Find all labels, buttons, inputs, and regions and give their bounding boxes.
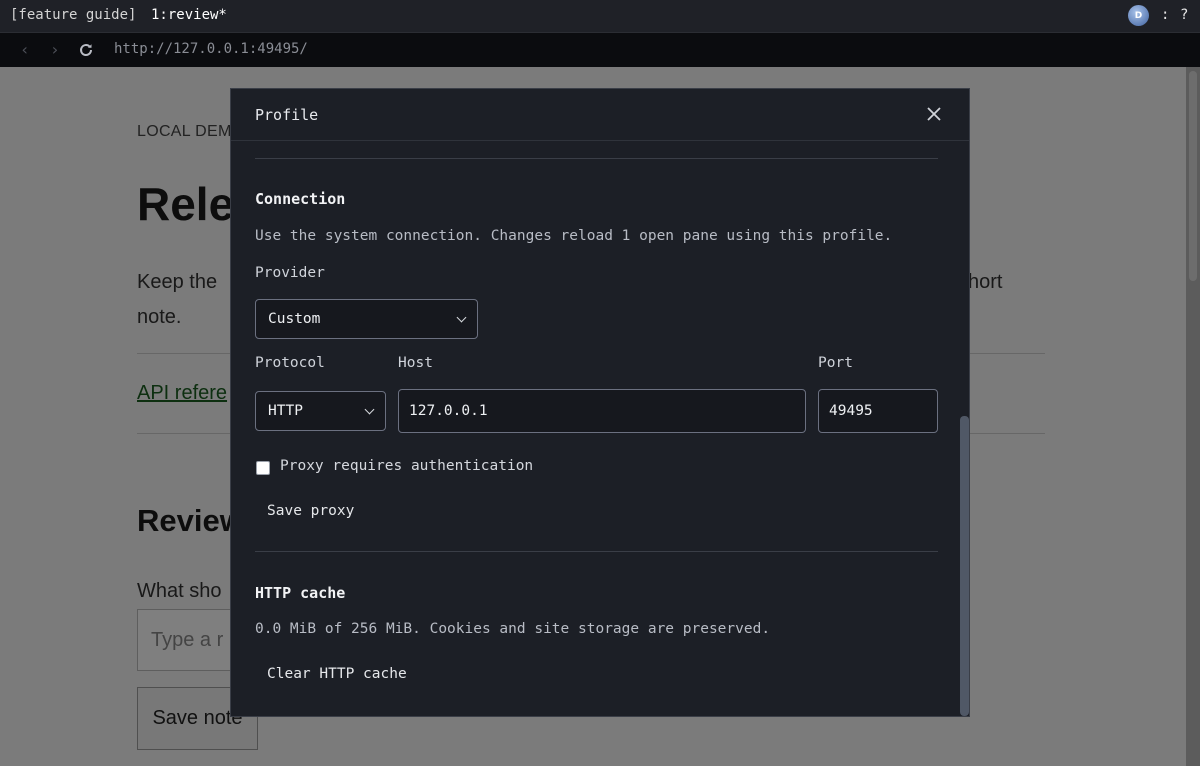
avatar[interactable]: D (1128, 5, 1149, 26)
more-menu-icon[interactable]: : (1161, 7, 1169, 23)
dialog-title: Profile (255, 106, 319, 124)
terminal-tab-bar: [feature guide] 1:review* D : ? (0, 0, 1200, 32)
protocol-value: HTTP (268, 403, 303, 419)
chevron-right-icon[interactable]: › (50, 40, 60, 59)
protocol-label: Protocol (255, 355, 325, 371)
connection-heading: Connection (255, 190, 346, 208)
chevron-left-icon[interactable]: ‹ (20, 40, 30, 59)
active-tab[interactable]: 1:review* (151, 7, 227, 23)
dialog-scrollbar-thumb[interactable] (960, 416, 969, 716)
proxy-auth-label[interactable]: Proxy requires authentication (280, 458, 533, 474)
provider-value: Custom (268, 311, 321, 327)
http-cache-description: 0.0 MiB of 256 MiB. Cookies and site sto… (255, 621, 771, 637)
help-icon[interactable]: ? (1180, 7, 1188, 23)
section-divider (255, 551, 938, 552)
host-input[interactable]: 127.0.0.1 (398, 389, 806, 433)
page-scrollbar[interactable] (1186, 67, 1200, 766)
page-scrollbar-thumb[interactable] (1189, 71, 1197, 281)
chevron-down-icon (456, 312, 467, 322)
host-label: Host (398, 355, 433, 371)
session-name: [feature guide] (10, 7, 137, 23)
chevron-down-icon (364, 404, 375, 414)
protocol-select[interactable]: HTTP (255, 391, 386, 431)
close-icon[interactable] (923, 103, 945, 125)
connection-description: Use the system connection. Changes reloa… (255, 228, 893, 244)
save-proxy-button[interactable]: Save proxy (267, 503, 354, 519)
dialog-header-divider (231, 140, 969, 141)
section-divider (255, 158, 938, 159)
clear-http-cache-button[interactable]: Clear HTTP cache (267, 666, 407, 682)
profile-dialog: Profile Connection Use the system connec… (230, 88, 970, 717)
host-value: 127.0.0.1 (409, 403, 488, 419)
reload-icon[interactable] (78, 40, 94, 58)
port-value: 49495 (829, 403, 873, 419)
proxy-auth-checkbox[interactable] (256, 461, 270, 475)
http-cache-heading: HTTP cache (255, 584, 346, 602)
provider-select[interactable]: Custom (255, 299, 478, 339)
port-input[interactable]: 49495 (818, 389, 938, 433)
address-bar: ‹ › http://127.0.0.1:49495/ (0, 32, 1200, 67)
port-label: Port (818, 355, 853, 371)
provider-label: Provider (255, 265, 325, 281)
url-field[interactable]: http://127.0.0.1:49495/ (114, 41, 308, 57)
